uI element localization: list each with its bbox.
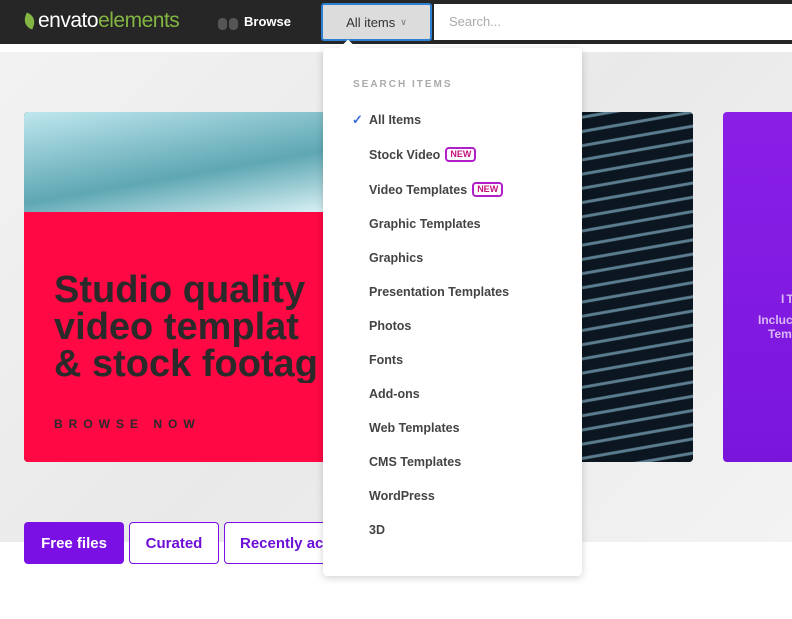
dropdown-item[interactable]: 3D — [369, 523, 385, 537]
dropdown-item[interactable]: Stock Video NEW — [369, 147, 477, 162]
dropdown-item-label: Photos — [369, 319, 412, 333]
dropdown-item-label: Stock Video — [369, 147, 441, 162]
hero-red-panel: Studio quality video templat & stock foo… — [24, 212, 324, 462]
browse-now-link[interactable]: BROWSE NOW — [54, 417, 201, 431]
dropdown-item-label: CMS Templates — [369, 455, 462, 469]
leaf-icon — [21, 12, 38, 30]
dropdown-heading: SEARCH ITEMS — [353, 79, 453, 90]
dropdown-item[interactable]: WordPress — [369, 489, 435, 503]
side-card-text: Incluc — [758, 313, 792, 327]
new-badge: NEW — [445, 147, 477, 162]
dropdown-item-label: WordPress — [369, 489, 435, 503]
browse-link[interactable]: Browse — [218, 12, 291, 30]
search-items-dropdown: SEARCH ITEMS ✓ All Items Stock Video NEW Vid… — [323, 48, 582, 576]
side-card-title: IT — [781, 292, 792, 306]
headline-line: video templat — [54, 306, 299, 348]
side-card-text: Tem — [768, 327, 792, 341]
top-nav: envatoelements Browse All items ∨ Search.… — [0, 0, 792, 44]
hero-image — [24, 112, 324, 212]
dropdown-item-label: Add-ons — [369, 387, 420, 401]
dropdown-item-label: Fonts — [369, 353, 404, 367]
dropdown-item[interactable]: CMS Templates — [369, 455, 461, 469]
hero-headline: Studio quality video templat & stock foo… — [54, 272, 324, 383]
dropdown-item[interactable]: Fonts — [369, 353, 403, 367]
search-input[interactable]: Search... — [434, 4, 792, 40]
hero-card-purple[interactable]: IT Incluc Tem — [723, 112, 792, 462]
dropdown-item[interactable]: Graphics — [369, 251, 423, 265]
chevron-down-icon: ∨ — [400, 16, 407, 27]
dropdown-item[interactable]: Web Templates — [369, 421, 460, 435]
dropdown-item-label: Presentation Templates — [369, 285, 510, 299]
dropdown-item[interactable]: Graphic Templates — [369, 217, 481, 231]
dropdown-item-label: Web Templates — [369, 421, 460, 435]
dropdown-item[interactable]: Presentation Templates — [369, 285, 509, 299]
dropdown-item-label: Graphic Templates — [369, 217, 481, 231]
new-badge: NEW — [472, 182, 504, 197]
headline-line: & stock footag — [54, 343, 318, 383]
check-icon: ✓ — [352, 112, 363, 127]
curated-button[interactable]: Curated — [129, 522, 219, 564]
category-select[interactable]: All items ∨ — [321, 3, 432, 41]
dropdown-item-label: All Items — [369, 113, 422, 127]
headline-line: Studio quality — [54, 272, 306, 311]
envato-elements-logo[interactable]: envatoelements — [21, 9, 180, 33]
dropdown-item-label: Video Templates — [369, 182, 468, 197]
dropdown-item[interactable]: Add-ons — [369, 387, 420, 401]
free-files-button[interactable]: Free files — [24, 522, 124, 564]
dropdown-item[interactable]: Video Templates NEW — [369, 182, 504, 197]
binoculars-icon — [218, 12, 238, 30]
dropdown-item-label: 3D — [369, 523, 385, 537]
dropdown-item[interactable]: ✓ All Items — [352, 112, 422, 127]
dropdown-item[interactable]: Photos — [369, 319, 411, 333]
dropdown-item-label: Graphics — [369, 251, 424, 265]
